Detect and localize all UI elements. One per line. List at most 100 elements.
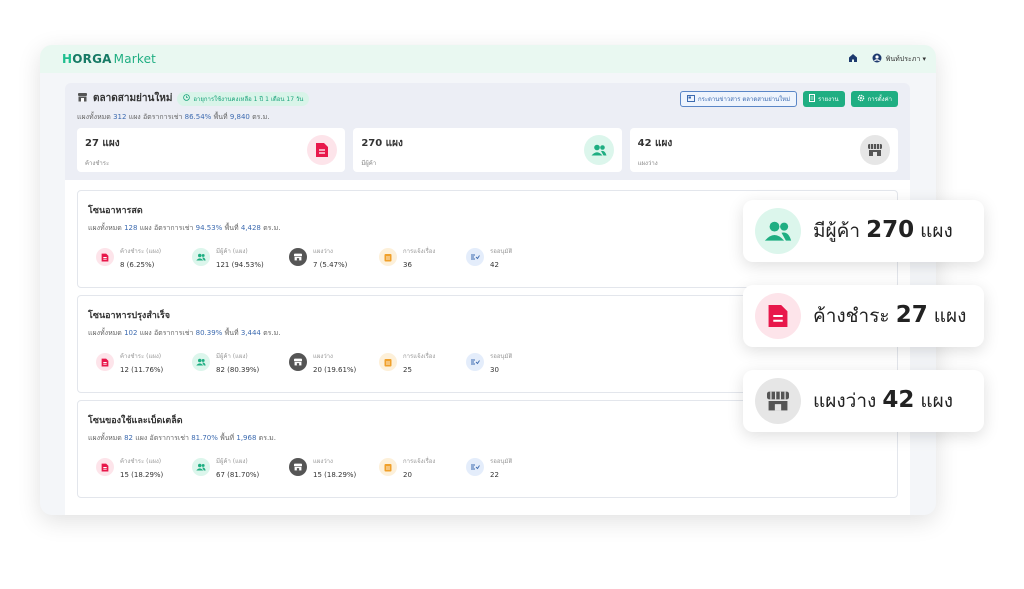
settings-button[interactable]: การตั้งค่า — [850, 91, 898, 107]
zone-unit: แผง — [135, 434, 148, 442]
zone-unit: แผง — [139, 329, 152, 337]
zone-stat[interactable]: แผงว่าง 7 (5.47%) — [289, 246, 379, 269]
stat-label: มีผู้ค้า (แผง) — [216, 458, 248, 465]
stat-label: รออนุมัติ — [490, 458, 513, 465]
home-icon[interactable] — [848, 53, 858, 65]
stat-value: 36 — [403, 261, 412, 269]
zone-rate-label: อัตราการเช่า — [153, 224, 194, 232]
users-icon — [192, 248, 210, 266]
card-number: 270 แผง — [361, 138, 403, 149]
zone-area-unit: ตร.ม. — [263, 329, 281, 337]
summary-unit: แผง — [128, 113, 141, 121]
vacant-card[interactable]: 42 แผง แผงว่าง — [629, 128, 898, 172]
zone-stat[interactable]: รออนุมัติ 30 — [466, 351, 536, 374]
stat-label: ค้างชำระ (แผง) — [120, 458, 162, 465]
zone-area-value: 4,428 — [240, 224, 261, 232]
store-icon — [289, 458, 307, 476]
store-icon — [859, 135, 890, 165]
gear-icon — [857, 94, 865, 104]
zone-summary: แผงทั้งหมด 82 แผง อัตราการเช่า 81.70% พื… — [88, 433, 885, 444]
zone-stat[interactable]: การแจ้งเรื่อง 20 — [379, 456, 466, 479]
zone-stat[interactable]: การแจ้งเรื่อง 25 — [379, 351, 466, 374]
zone-total-value: 102 — [124, 329, 138, 337]
zone-stat[interactable]: มีผู้ค้า (แผง) 67 (81.70%) — [192, 456, 289, 479]
zone-area-value: 3,444 — [240, 329, 261, 337]
zone-stat[interactable]: มีผู้ค้า (แผง) 82 (80.39%) — [192, 351, 289, 374]
callout-overdue: ค้างชำระ 27 แผง — [743, 285, 984, 347]
stat-label: การแจ้งเรื่อง — [403, 248, 436, 255]
zone-area-label: พื้นที่ — [220, 434, 235, 442]
zone-total-label: แผงทั้งหมด — [88, 434, 122, 442]
store-icon — [289, 248, 307, 266]
license-note: อายุการใช้งานคงเหลือ 1 ปี 1 เดือน 17 วัน — [193, 95, 304, 103]
app-logo[interactable]: HORGA Market — [62, 52, 156, 66]
report-button[interactable]: รายงาน — [803, 91, 845, 107]
report-label: รายงาน — [818, 96, 839, 103]
zone-area-label: พื้นที่ — [224, 329, 239, 337]
zone-rate-label: อัตราการเช่า — [149, 434, 189, 442]
zone-stats: ค้างชำระ (แผง) 12 (11.76%) มีผู้ค้า (แผง) 8… — [96, 351, 536, 374]
zone-stat[interactable]: ค้างชำระ (แผง) 12 (11.76%) — [96, 351, 192, 374]
card-label: ค้างชำระ — [85, 160, 110, 167]
overdue-card[interactable]: 27 แผง ค้างชำระ — [77, 128, 346, 172]
market-title: ตลาดสามย่านใหม่ — [93, 93, 173, 104]
zone-area-label: พื้นที่ — [224, 224, 239, 232]
market-summary: แผงทั้งหมด 312 แผง อัตราการเช่า 86.54% พ… — [77, 112, 898, 123]
stat-value: 82 (80.39%) — [216, 366, 260, 374]
card-number: 27 แผง — [85, 138, 120, 149]
card-label: มีผู้ค้า — [361, 160, 377, 167]
approval-icon — [466, 248, 484, 266]
zone-unit: แผง — [139, 224, 152, 232]
users-icon — [192, 353, 210, 371]
stat-label: รออนุมัติ — [490, 353, 513, 360]
zone-stat[interactable]: แผงว่าง 20 (19.61%) — [289, 351, 379, 374]
stat-label: ค้างชำระ (แผง) — [120, 353, 162, 360]
zone-stats: ค้างชำระ (แผง) 8 (6.25%) มีผู้ค้า (แผง) 121… — [96, 246, 536, 269]
zone-stat[interactable]: รออนุมัติ 22 — [466, 456, 536, 479]
logo-suffix: Market — [113, 52, 157, 66]
summary-cards: 27 แผง ค้างชำระ 270 แผง มีผู้ค้า 42 แผง … — [77, 128, 898, 172]
zone-stat[interactable]: มีผู้ค้า (แผง) 121 (94.53%) — [192, 246, 289, 269]
news-board-button[interactable]: กระดานข่าวสาร ตลาดสามย่านใหม่ — [679, 91, 798, 107]
clock-icon — [183, 94, 191, 103]
zone-stat[interactable]: แผงว่าง 15 (18.29%) — [289, 456, 379, 479]
user-menu[interactable]: พินท์ประภา ▾ — [872, 53, 926, 65]
stat-label: การแจ้งเรื่อง — [403, 458, 436, 465]
top-navbar: HORGA Market พินท์ประภา ▾ — [40, 45, 936, 73]
users-icon — [192, 458, 210, 476]
license-badge: อายุการใช้งานคงเหลือ 1 ปี 1 เดือน 17 วัน — [177, 91, 310, 106]
stat-label: มีผู้ค้า (แผง) — [216, 353, 248, 360]
zone-area-value: 1,968 — [236, 434, 257, 442]
store-icon — [77, 92, 88, 105]
app-window: HORGA Market พินท์ประภา ▾ ตลาดสามย่านใหม่ — [40, 45, 936, 515]
summary-total-value: 312 — [113, 113, 127, 121]
document-icon — [96, 458, 114, 476]
clipboard-icon — [379, 353, 397, 371]
zone-stat[interactable]: ค้างชำระ (แผง) 8 (6.25%) — [96, 246, 192, 269]
stat-value: 20 — [403, 471, 412, 479]
tenants-card[interactable]: 270 แผง มีผู้ค้า — [353, 128, 622, 172]
stat-value: 12 (11.76%) — [120, 366, 164, 374]
summary-rate-label: อัตราการเช่า — [142, 113, 183, 121]
summary-area-unit: ตร.ม. — [252, 113, 270, 121]
stat-value: 15 (18.29%) — [120, 471, 164, 479]
approval-icon — [466, 458, 484, 476]
stat-value: 15 (18.29%) — [313, 471, 357, 479]
summary-total-label: แผงทั้งหมด — [77, 113, 111, 121]
callout-text: มีผู้ค้า 270 แผง — [813, 217, 953, 243]
zone-total-label: แผงทั้งหมด — [88, 224, 122, 232]
document-icon — [755, 293, 801, 339]
zone-stat[interactable]: ค้างชำระ (แผง) 15 (18.29%) — [96, 456, 192, 479]
zone-stat[interactable]: รออนุมัติ 42 — [466, 246, 536, 269]
market-header: ตลาดสามย่านใหม่ อายุการใช้งานคงเหลือ 1 ป… — [77, 91, 898, 127]
zone-total-value: 128 — [124, 224, 138, 232]
settings-label: การตั้งค่า — [867, 96, 892, 103]
zone-stat[interactable]: การแจ้งเรื่อง 36 — [379, 246, 466, 269]
zone-total-value: 82 — [124, 434, 133, 442]
approval-icon — [466, 353, 484, 371]
users-icon — [583, 135, 614, 165]
newspaper-icon — [686, 94, 695, 104]
document-icon — [96, 248, 114, 266]
summary-area-value: 9,840 — [229, 113, 250, 121]
zone-total-label: แผงทั้งหมด — [88, 329, 122, 337]
